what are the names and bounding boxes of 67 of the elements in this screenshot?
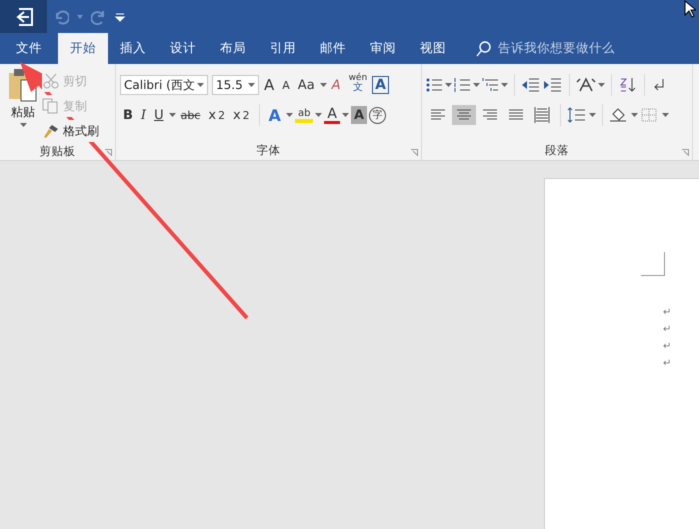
ribbon-tab[interactable]: 设计	[158, 33, 208, 64]
bullets-icon[interactable]	[426, 77, 443, 93]
format-button[interactable]: A	[261, 74, 278, 96]
margin-corner-mark	[641, 252, 665, 276]
search-icon[interactable]	[476, 40, 492, 56]
font-size-field[interactable]: 15.5	[212, 75, 259, 95]
ribbon-tab[interactable]: 邮件	[308, 33, 358, 64]
format-button[interactable]: ab	[294, 107, 314, 123]
caret-icon	[589, 113, 596, 117]
format-button[interactable]: A	[351, 106, 368, 124]
align-center-button[interactable]	[452, 105, 476, 125]
line-spacing-icon[interactable]	[567, 107, 587, 123]
ribbon-tab[interactable]: 视图	[408, 33, 458, 64]
back-button[interactable]	[0, 0, 47, 33]
sort-icon[interactable]	[618, 77, 638, 93]
paragraph-mark: ↵	[663, 357, 672, 371]
format-button[interactable]: A	[324, 106, 340, 124]
ribbon-tab[interactable]: 文件	[4, 33, 54, 64]
format-button[interactable]: A	[328, 74, 344, 96]
caret-icon	[20, 123, 26, 127]
format-button[interactable]: Aa	[294, 74, 318, 96]
dialog-launcher-icon[interactable]	[682, 149, 689, 156]
format-button[interactable]: B	[120, 104, 136, 126]
caret-icon	[631, 113, 638, 117]
customize-icon[interactable]	[115, 12, 125, 22]
ribbon-tab[interactable]: 引用	[258, 33, 308, 64]
group-label: 段落	[545, 142, 569, 158]
format-button[interactable]: wén 文	[346, 74, 370, 96]
paragraph-mark: ↵	[663, 323, 672, 337]
dialog-launcher-icon[interactable]	[105, 149, 112, 156]
caret-icon	[662, 113, 669, 117]
tell-me-field[interactable]: 告诉我你想要做什么	[498, 40, 615, 57]
format-button[interactable]: A	[372, 76, 390, 94]
group-label: 字体	[256, 142, 280, 158]
multilevel-list-icon[interactable]	[482, 77, 499, 93]
caret-icon	[598, 83, 605, 87]
ribbon-tab[interactable]: 插入	[108, 33, 158, 64]
text-direction-icon[interactable]	[576, 77, 596, 93]
shading-icon[interactable]	[609, 107, 629, 123]
numbering-icon[interactable]	[454, 77, 471, 93]
align-distributed-icon	[533, 107, 551, 123]
caret-icon	[248, 83, 255, 87]
format-button[interactable]: A	[266, 104, 284, 126]
group-label: 剪贴板	[40, 144, 76, 158]
caret-icon	[77, 14, 83, 18]
caret-icon	[445, 83, 452, 87]
format-button[interactable]: U	[151, 104, 167, 126]
dialog-launcher-icon[interactable]	[411, 149, 418, 156]
format-button[interactable]: A	[279, 74, 293, 96]
ribbon-tab[interactable]: 审阅	[358, 33, 408, 64]
caret-icon	[473, 83, 480, 87]
painter-button[interactable]: 格式刷	[42, 120, 99, 142]
format-button[interactable]: I	[138, 104, 150, 126]
mouse-pointer-icon	[684, 0, 696, 18]
font-name-field[interactable]: Calibri (西文	[120, 75, 208, 95]
format-button[interactable]: 字	[369, 106, 386, 124]
decrease-indent-icon[interactable]	[521, 77, 541, 93]
paragraph-mark: ↵	[663, 340, 672, 354]
caret-icon	[501, 83, 508, 87]
increase-indent-icon[interactable]	[543, 77, 563, 93]
paintbrush-icon[interactable]	[42, 123, 60, 139]
paragraph-mark: ↵	[663, 306, 672, 320]
format-button[interactable]: abc	[178, 104, 204, 126]
caret-icon	[197, 83, 204, 87]
back-arrow-icon	[14, 8, 34, 26]
ribbon-tab[interactable]: 开始	[58, 33, 108, 64]
ribbon-tab[interactable]: 布局	[208, 33, 258, 64]
